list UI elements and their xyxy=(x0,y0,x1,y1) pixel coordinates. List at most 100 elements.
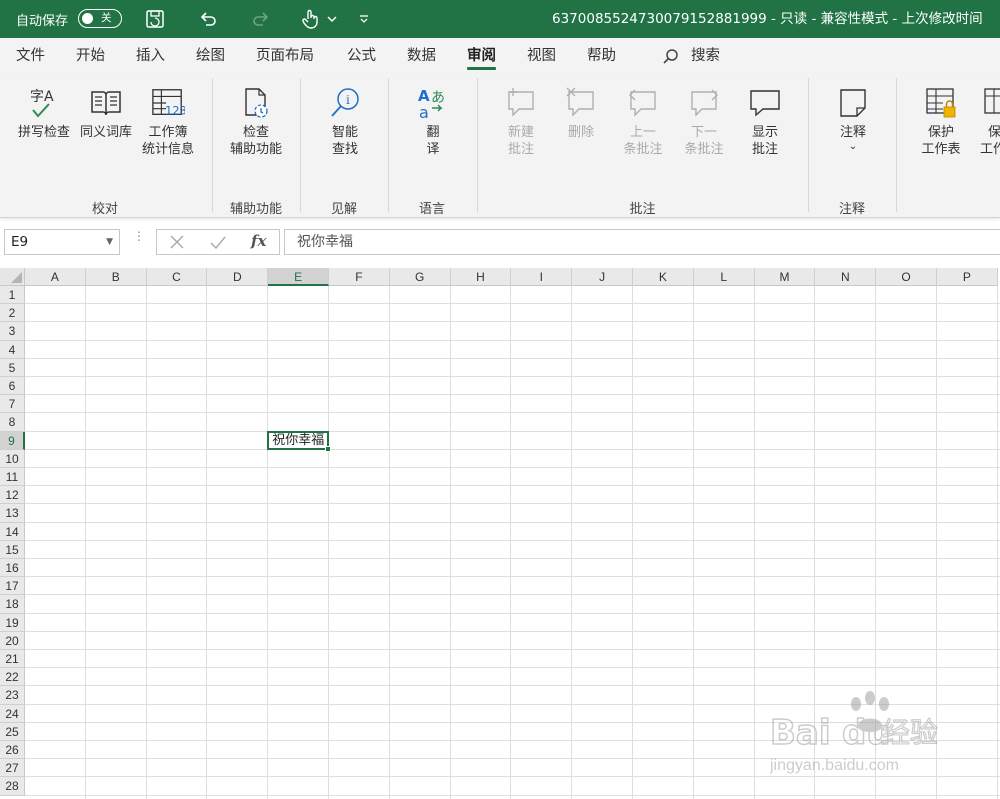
grid-line xyxy=(25,649,1000,650)
protect-sheet-label-2: 工作表 xyxy=(921,142,961,157)
tab-home[interactable]: 开始 xyxy=(76,38,105,74)
note-icon xyxy=(836,86,870,120)
column-header-p[interactable]: P xyxy=(937,268,998,286)
row-header-5[interactable]: 5 xyxy=(0,358,25,377)
protect-sheet-button[interactable]: 保护 工作表 xyxy=(914,86,968,158)
insert-function-icon[interactable]: fx xyxy=(251,232,266,250)
save-icon[interactable] xyxy=(143,7,167,31)
redo-icon[interactable] xyxy=(249,7,273,31)
tab-insert[interactable]: 插入 xyxy=(136,38,165,74)
touch-mode-icon[interactable] xyxy=(298,7,322,31)
tab-help[interactable]: 帮助 xyxy=(587,38,616,74)
grid-line xyxy=(25,612,1000,614)
cancel-icon[interactable] xyxy=(169,234,185,254)
tab-review[interactable]: 审阅 xyxy=(467,38,496,74)
row-header-28[interactable]: 28 xyxy=(0,777,25,796)
chevron-down-icon[interactable] xyxy=(320,7,344,31)
column-header-l[interactable]: L xyxy=(693,268,755,286)
spell-check-button[interactable]: 字A 拼写检查 xyxy=(14,86,74,141)
smart-lookup-button[interactable]: i 智能 查找 xyxy=(316,86,374,158)
tab-draw[interactable]: 绘图 xyxy=(196,38,225,74)
row-header-24[interactable]: 24 xyxy=(0,704,25,723)
column-header-o[interactable]: O xyxy=(876,268,937,286)
grid-line xyxy=(25,667,1000,669)
tab-page-layout[interactable]: 页面布局 xyxy=(256,38,314,74)
new-comment-button[interactable]: 新建 批注 xyxy=(496,86,546,158)
active-cell[interactable]: 祝你幸福 xyxy=(267,430,331,452)
new-comment-icon xyxy=(504,86,538,120)
row-header-11[interactable]: 11 xyxy=(0,468,25,487)
row-header-8[interactable]: 8 xyxy=(0,413,25,432)
column-header-f[interactable]: F xyxy=(329,268,390,286)
tab-file[interactable]: 文件 xyxy=(16,38,45,74)
row-header-4[interactable]: 4 xyxy=(0,340,25,359)
row-header-15[interactable]: 15 xyxy=(0,540,25,559)
grid-line xyxy=(25,794,1000,796)
fill-handle[interactable] xyxy=(324,445,331,452)
formula-input[interactable]: 祝你幸福 xyxy=(284,229,1000,255)
row-header-16[interactable]: 16 xyxy=(0,559,25,578)
row-header-27[interactable]: 27 xyxy=(0,759,25,778)
thesaurus-button[interactable]: 同义词库 xyxy=(76,86,136,141)
previous-comment-button[interactable]: 上一 条批注 xyxy=(616,86,670,158)
grid-line xyxy=(25,467,1000,468)
svg-text:i: i xyxy=(346,93,350,107)
select-all-button[interactable] xyxy=(0,268,25,286)
tab-formulas[interactable]: 公式 xyxy=(347,38,376,74)
row-header-21[interactable]: 21 xyxy=(0,650,25,669)
next-comment-button[interactable]: 下一 条批注 xyxy=(677,86,731,158)
column-header-g[interactable]: G xyxy=(389,268,451,286)
protect-workbook-button[interactable]: 保 工作 xyxy=(976,86,1000,158)
row-header-13[interactable]: 13 xyxy=(0,504,25,523)
more-options-icon[interactable]: ⋮ xyxy=(133,230,145,242)
search-box[interactable]: 搜索 xyxy=(662,38,720,74)
notes-button[interactable]: 注释 ⌄ xyxy=(828,86,878,153)
row-header-9[interactable]: 9 xyxy=(0,431,25,450)
delete-comment-icon xyxy=(564,86,598,120)
group-label-insights: 见解 xyxy=(330,202,357,217)
row-header-20[interactable]: 20 xyxy=(0,631,25,650)
grid-line xyxy=(25,376,1000,377)
row-header-10[interactable]: 10 xyxy=(0,449,25,468)
row-header-3[interactable]: 3 xyxy=(0,322,25,341)
column-header-a[interactable]: A xyxy=(25,268,86,286)
column-header-m[interactable]: M xyxy=(754,268,816,286)
row-header-17[interactable]: 17 xyxy=(0,577,25,596)
translate-button[interactable]: Aあa 翻 译 xyxy=(408,86,458,158)
workbook-stats-button[interactable]: 123 工作簿 统计信息 xyxy=(136,86,200,158)
autosave-toggle[interactable]: 关 xyxy=(78,9,122,28)
chevron-down-icon[interactable]: ▼ xyxy=(106,230,113,254)
column-header-j[interactable]: J xyxy=(572,268,633,286)
column-header-n[interactable]: N xyxy=(815,268,877,286)
column-header-c[interactable]: C xyxy=(146,268,208,286)
row-header-6[interactable]: 6 xyxy=(0,377,25,396)
row-header-1[interactable]: 1 xyxy=(0,286,25,305)
enter-icon[interactable] xyxy=(210,234,226,254)
tab-data[interactable]: 数据 xyxy=(407,38,436,74)
row-header-2[interactable]: 2 xyxy=(0,304,25,323)
column-header-i[interactable]: I xyxy=(511,268,573,286)
row-header-26[interactable]: 26 xyxy=(0,741,25,760)
formula-buttons: fx xyxy=(156,229,280,255)
row-header-18[interactable]: 18 xyxy=(0,595,25,614)
row-header-12[interactable]: 12 xyxy=(0,486,25,505)
row-header-22[interactable]: 22 xyxy=(0,668,25,687)
column-header-b[interactable]: B xyxy=(85,268,147,286)
undo-icon[interactable] xyxy=(196,7,220,31)
column-header-k[interactable]: K xyxy=(633,268,694,286)
svg-text:123: 123 xyxy=(165,103,185,117)
delete-comment-button[interactable]: 删除 xyxy=(556,86,606,141)
row-header-7[interactable]: 7 xyxy=(0,395,25,414)
name-box[interactable]: E9 ▼ xyxy=(4,229,120,255)
row-header-25[interactable]: 25 xyxy=(0,722,25,741)
column-header-d[interactable]: D xyxy=(207,268,269,286)
check-accessibility-button[interactable]: 检查 辅助功能 xyxy=(222,86,290,158)
column-header-e[interactable]: E xyxy=(268,268,329,286)
show-comments-button[interactable]: 显示 批注 xyxy=(740,86,790,158)
row-header-14[interactable]: 14 xyxy=(0,522,25,541)
row-header-19[interactable]: 19 xyxy=(0,613,25,632)
column-header-h[interactable]: H xyxy=(450,268,512,286)
row-header-23[interactable]: 23 xyxy=(0,686,25,705)
customize-toolbar-icon[interactable] xyxy=(352,7,376,31)
tab-view[interactable]: 视图 xyxy=(527,38,556,74)
